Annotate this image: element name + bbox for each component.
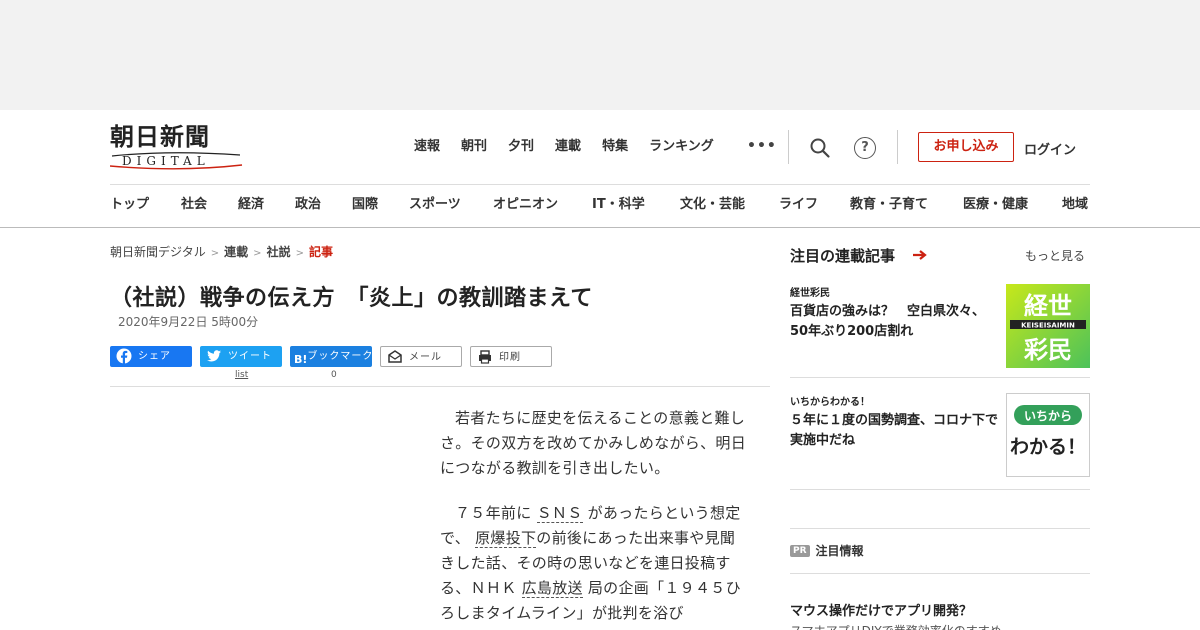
thumb-text: わかる！: [1010, 436, 1086, 458]
thumb-text: いちから: [1024, 409, 1072, 423]
breadcrumb-separator: >: [210, 248, 220, 259]
printer-icon: [479, 349, 491, 364]
category-nav: トップ 社会 経済 政治 国際 スポーツ オピニオン IT・科学 文化・芸能 ラ…: [110, 196, 1200, 216]
logo-text: 朝日新聞: [110, 122, 210, 151]
arrow-right-icon: [913, 250, 927, 260]
login-link[interactable]: ログイン: [1024, 139, 1076, 158]
category-top[interactable]: トップ: [110, 196, 149, 214]
breadcrumb-separator: >: [253, 248, 262, 259]
nav-item-rensai[interactable]: 連載: [555, 138, 581, 156]
breadcrumb-separator: >: [295, 248, 304, 259]
thumb-text: KEISEISAIMIN: [1021, 322, 1075, 330]
nav-divider: [897, 130, 898, 164]
apply-button[interactable]: お申し込み: [918, 132, 1014, 162]
sidebar-divider: [790, 489, 1090, 490]
print-button[interactable]: 印刷: [470, 346, 552, 367]
facebook-share-button[interactable]: シェア: [110, 346, 192, 367]
sidebar-divider: [790, 573, 1090, 574]
paragraph-text: ７５年前に: [455, 504, 532, 522]
help-icon[interactable]: ?: [854, 137, 876, 159]
card-tag: 経世彩民: [790, 288, 830, 299]
breadcrumb-home[interactable]: 朝日新聞デジタル: [110, 245, 206, 259]
nav-item-yukan[interactable]: 夕刊: [508, 138, 534, 156]
sidebar-heading[interactable]: 注目の連載記事: [790, 245, 895, 266]
category-politics[interactable]: 政治: [295, 196, 321, 214]
mail-label: メール: [409, 352, 442, 363]
pr-item-headline[interactable]: マウス操作だけでアプリ開発？: [790, 600, 972, 619]
category-region[interactable]: 地域: [1062, 196, 1088, 214]
category-life[interactable]: ライフ: [779, 196, 818, 214]
header-rule: [110, 184, 1090, 185]
breadcrumb: 朝日新聞デジタル > 連載 > 社説 > 記事: [110, 243, 333, 260]
more-menu-icon[interactable]: •••: [747, 138, 777, 154]
hatena-count: 0: [331, 370, 337, 380]
facebook-icon: [116, 348, 132, 364]
breadcrumb-shasetsu[interactable]: 社説: [267, 245, 291, 259]
nav-item-tokushu[interactable]: 特集: [602, 138, 628, 156]
article-date: 2020年9月22日 5時00分: [118, 315, 259, 329]
category-sports[interactable]: スポーツ: [409, 196, 461, 214]
keyword-link-hiroshima[interactable]: 広島放送: [521, 579, 583, 598]
nav-divider: [788, 130, 789, 164]
top-nav: 速報 朝刊 夕刊 連載 特集 ランキング: [414, 138, 735, 156]
paragraph-2: ７５年前に ＳＮＳ があったらという想定で、 原爆投下の前後にあった出来事や見聞…: [440, 501, 750, 626]
article-title: （社説）戦争の伝え方 「炎上」の教訓踏まえて: [110, 286, 593, 311]
sidebar-more-link[interactable]: もっと見る: [1025, 247, 1085, 264]
nav-item-sokuho[interactable]: 速報: [414, 138, 440, 156]
keyword-link-sns[interactable]: ＳＮＳ: [536, 504, 583, 523]
breadcrumb-current: 記事: [308, 245, 333, 259]
mail-share-button[interactable]: メール: [380, 346, 462, 367]
twitter-tweet-button[interactable]: ツイート: [200, 346, 282, 367]
category-international[interactable]: 国際: [352, 196, 378, 214]
pr-item-subtext[interactable]: スマホアプリDIYで業務効率化のすすめ: [790, 622, 1002, 630]
site-header: 朝日新聞 DIGITAL 速報 朝刊 夕刊 連載 特集 ランキング ••• ? …: [0, 110, 1200, 228]
site-logo[interactable]: 朝日新聞 DIGITAL: [110, 124, 245, 172]
card-headline[interactable]: ５年に１度の国勢調査、コロナ下で実施中だね: [790, 411, 1002, 451]
sidebar-divider: [790, 377, 1090, 378]
keyword-link-genbaku[interactable]: 原爆投下: [475, 529, 537, 548]
twitter-bird-icon: [207, 349, 221, 361]
pr-badge: PR: [790, 544, 810, 557]
nav-item-ranking[interactable]: ランキング: [649, 138, 714, 156]
hatena-bookmark-icon: B!: [294, 352, 308, 366]
category-it-science[interactable]: IT・科学: [592, 196, 645, 214]
category-education[interactable]: 教育・子育て: [850, 196, 928, 214]
ad-banner-area: [0, 0, 1200, 110]
category-society[interactable]: 社会: [181, 196, 207, 214]
sidebar-divider: [790, 528, 1090, 529]
logo-sub: DIGITAL: [122, 154, 210, 168]
category-economy[interactable]: 経済: [238, 196, 264, 214]
hatena-label: ブックマーク: [307, 351, 374, 362]
card-tag: いちからわかる！: [790, 397, 870, 408]
category-health[interactable]: 医療・健康: [963, 196, 1028, 214]
search-icon[interactable]: [809, 137, 831, 159]
pr-section-label: PR 注目情報: [790, 540, 864, 559]
thumb-text: 経世: [1024, 292, 1072, 320]
nav-item-choukan[interactable]: 朝刊: [461, 138, 487, 156]
print-label: 印刷: [499, 352, 521, 363]
pr-heading: 注目情報: [815, 544, 864, 558]
article-body: 若者たちに歴史を伝えることの意義と難しさ。その双方を改めてかみしめながら、明日に…: [440, 406, 750, 630]
card-headline[interactable]: 百貨店の強みは？ 空白県次々、50年ぶり200店割れ: [790, 302, 1002, 342]
article-divider: [110, 386, 770, 387]
hatena-bookmark-button[interactable]: B!ブックマーク: [290, 346, 372, 367]
keiseisaimin-thumbnail: 経世 KEISEISAIMIN 彩民: [1006, 284, 1090, 368]
twitter-label: ツイート: [228, 351, 272, 362]
category-culture[interactable]: 文化・芸能: [680, 196, 745, 214]
breadcrumb-rensai[interactable]: 連載: [224, 245, 248, 259]
paragraph-1: 若者たちに歴史を伝えることの意義と難しさ。その双方を改めてかみしめながら、明日に…: [440, 409, 747, 477]
ichikara-wakaru-thumbnail: いちから わかる！: [1006, 393, 1090, 477]
twitter-list-link[interactable]: list: [235, 370, 248, 380]
thumb-text: 彩民: [1023, 336, 1072, 364]
facebook-label: シェア: [138, 351, 171, 362]
category-opinion[interactable]: オピニオン: [493, 196, 558, 214]
mail-icon: [388, 349, 402, 363]
